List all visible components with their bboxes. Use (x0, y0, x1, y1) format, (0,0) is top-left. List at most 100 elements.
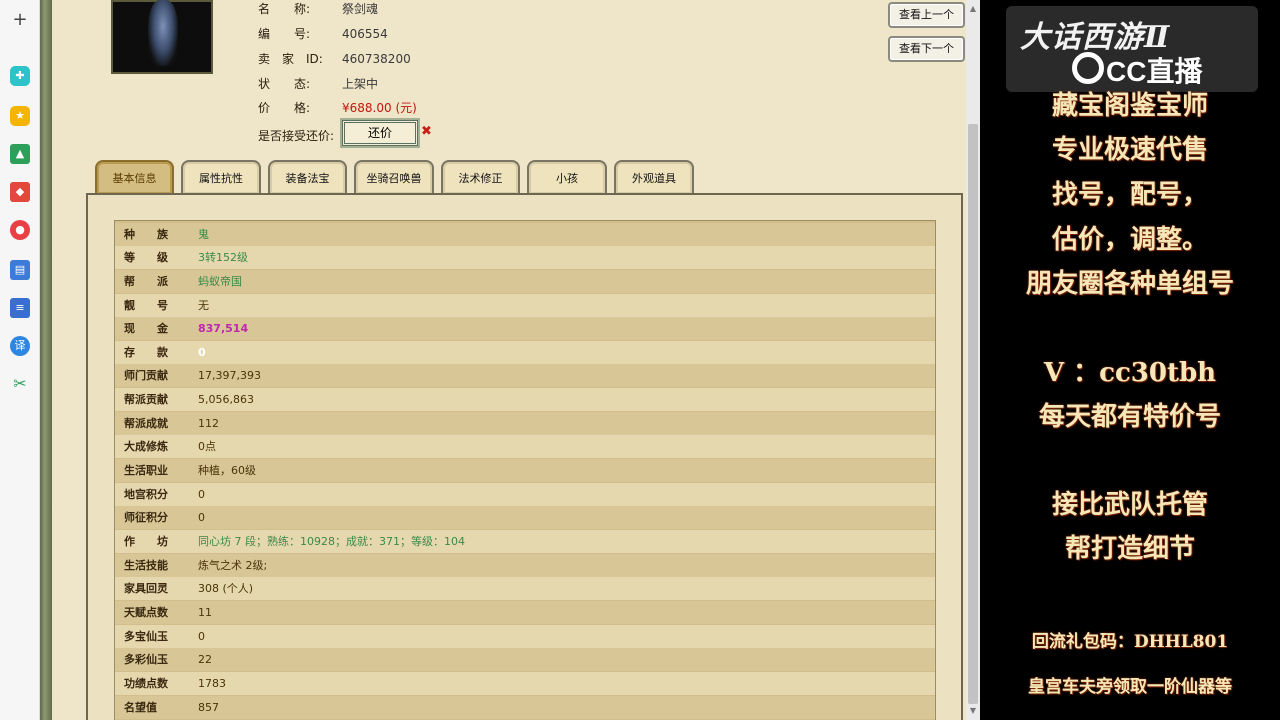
row-value: 112 (198, 417, 219, 430)
row-value: 308 (个人) (198, 582, 254, 595)
view-next-button[interactable]: 查看下一个 (888, 36, 965, 62)
row-value: 17,397,393 (198, 369, 261, 382)
price-row: 价 格: ¥688.00 (元) (258, 99, 417, 115)
row-label: 作 坊 (124, 535, 168, 548)
table-row: 生活职业 种植，60级 (115, 459, 935, 482)
table-row: 师征积分 0 (115, 506, 935, 529)
row-value: 3转152级 (198, 251, 248, 264)
seller-id-value: 460738200 (342, 52, 411, 66)
seller-id-row: 卖 家 ID: 460738200 (258, 50, 411, 66)
row-label: 现 金 (124, 322, 168, 335)
row-label: 存 款 (124, 346, 168, 359)
item-serial-row: 编 号: 406554 (258, 25, 388, 41)
counter-offer-button[interactable]: 还价 (342, 120, 418, 146)
status-row: 状 态: 上架中 (258, 75, 378, 91)
row-label: 家具回灵 (124, 582, 168, 595)
row-label: 靓 号 (124, 299, 168, 312)
row-value: 857 (198, 701, 219, 714)
row-value: 837,514 (198, 322, 249, 335)
tab-mounts-pets[interactable]: 坐骑召唤兽 (354, 160, 434, 194)
status-value: 上架中 (342, 77, 379, 91)
table-row: 师门贡献 17,397,393 (115, 364, 935, 387)
row-label: 名望值 (124, 701, 157, 714)
cc-live-label: CC直播 (1106, 56, 1203, 87)
star-icon[interactable]: ★ (10, 106, 30, 126)
row-label: 帮派成就 (124, 417, 168, 430)
row-value: 同心坊 7 段；熟练：10928；成就：371；等级：104 (198, 535, 465, 548)
table-row: 存 款 0 (115, 341, 935, 364)
item-serial-value: 406554 (342, 27, 388, 41)
table-row: 帮派贡献 5,056,863 (115, 388, 935, 411)
tab-basic-info[interactable]: 基本信息 (95, 160, 174, 194)
doc-ai-icon[interactable]: ≡ (10, 298, 30, 318)
seller-id-label: 卖 家 ID: (258, 52, 323, 66)
chart-ai-icon[interactable]: ▤ (10, 260, 30, 280)
row-label: 师门贡献 (124, 369, 168, 382)
tab-equipment[interactable]: 装备法宝 (268, 160, 347, 194)
row-value: 无 (198, 299, 209, 312)
row-label: 帮 派 (124, 275, 168, 288)
table-row: 天赋点数 11 (115, 601, 935, 624)
row-value: 炼气之术 2级; (198, 559, 268, 572)
counter-unavailable-icon: ✖ (421, 124, 432, 139)
promo-line: 找号，配号， (1051, 180, 1208, 210)
price-label: 价 格: (258, 101, 311, 115)
counter-offer-label: 是否接受还价: (258, 129, 335, 143)
row-label: 生活职业 (124, 464, 168, 477)
pdf-ai-icon[interactable]: ◆ (10, 182, 30, 202)
row-value: 0 (198, 630, 205, 643)
promo-line: V ：cc30tbh (1043, 358, 1217, 388)
page-border (40, 0, 52, 720)
table-row: 多彩仙玉 22 (115, 648, 935, 671)
app-icon[interactable]: ✚ (10, 66, 30, 86)
table-row: 多宝仙玉 0 (115, 625, 935, 648)
row-value: 22 (198, 653, 212, 666)
item-name-label: 名 称: (258, 2, 311, 16)
table-row: 作 坊 同心坊 7 段；熟练：10928；成就：371；等级：104 (115, 530, 935, 553)
promo-line: 皇宫车夫旁领取一阶仙器等 (1028, 677, 1232, 697)
row-value: 5,056,863 (198, 393, 254, 406)
table-row: 生活技能 炼气之术 2级; (115, 554, 935, 577)
cc-live-logo-text: CC直播 (1070, 50, 1250, 90)
table-row: 等 级 3转152级 (115, 246, 935, 269)
scroll-down-icon[interactable]: ▼ (968, 706, 978, 716)
tab-attributes[interactable]: 属性抗性 (181, 160, 261, 194)
row-label: 天赋点数 (124, 606, 168, 619)
row-label: 大成修炼 (124, 440, 168, 453)
promo-line: 朋友圈各种单组号 (1025, 269, 1234, 299)
tab-appearance[interactable]: 外观道具 (614, 160, 694, 194)
tab-children[interactable]: 小孩 (527, 160, 607, 194)
tab-spell-mods[interactable]: 法术修正 (441, 160, 520, 194)
image-ai-icon[interactable]: ▲ (10, 144, 30, 164)
table-row: 现 金 837,514 (115, 317, 935, 340)
character-figure-icon (148, 0, 178, 66)
view-previous-button[interactable]: 查看上一个 (888, 2, 965, 28)
add-icon[interactable]: + (10, 10, 30, 30)
promo-line: 接比武队托管 (1051, 490, 1208, 520)
row-label: 多宝仙玉 (124, 630, 168, 643)
row-value: 0 (198, 511, 205, 524)
table-row: 帮派成就 112 (115, 412, 935, 435)
row-value: 0 (198, 488, 205, 501)
scroll-up-icon[interactable]: ▲ (968, 4, 978, 14)
item-serial-label: 编 号: (258, 27, 311, 41)
price-value: ¥688.00 (元) (342, 101, 417, 115)
row-value: 0 (198, 346, 206, 359)
row-label: 功绩点数 (124, 677, 168, 690)
scissors-icon[interactable]: ✂ (10, 374, 30, 394)
table-row: 种 族 鬼 (115, 223, 935, 246)
promo-line: 帮打造细节 (1064, 534, 1195, 564)
scrollbar-thumb[interactable] (968, 124, 978, 704)
game-logo-title: 大话西游Ⅱ (1020, 20, 1171, 55)
translate-icon[interactable]: 译 (10, 336, 30, 356)
record-ai-icon[interactable]: ● (10, 220, 30, 240)
item-name-value: 祭剑魂 (342, 2, 379, 16)
promo-line: 专业极速代售 (1051, 135, 1208, 165)
table-row: 家具回灵 308 (个人) (115, 577, 935, 600)
promo-line: 估价，调整。 (1051, 225, 1208, 255)
row-label: 师征积分 (124, 511, 168, 524)
table-row: 名望值 857 (115, 696, 935, 719)
table-row: 大成修炼 0点 (115, 435, 935, 458)
row-value: 1783 (198, 677, 226, 690)
promo-line: 回流礼包码：DHHL801 (1031, 632, 1229, 652)
